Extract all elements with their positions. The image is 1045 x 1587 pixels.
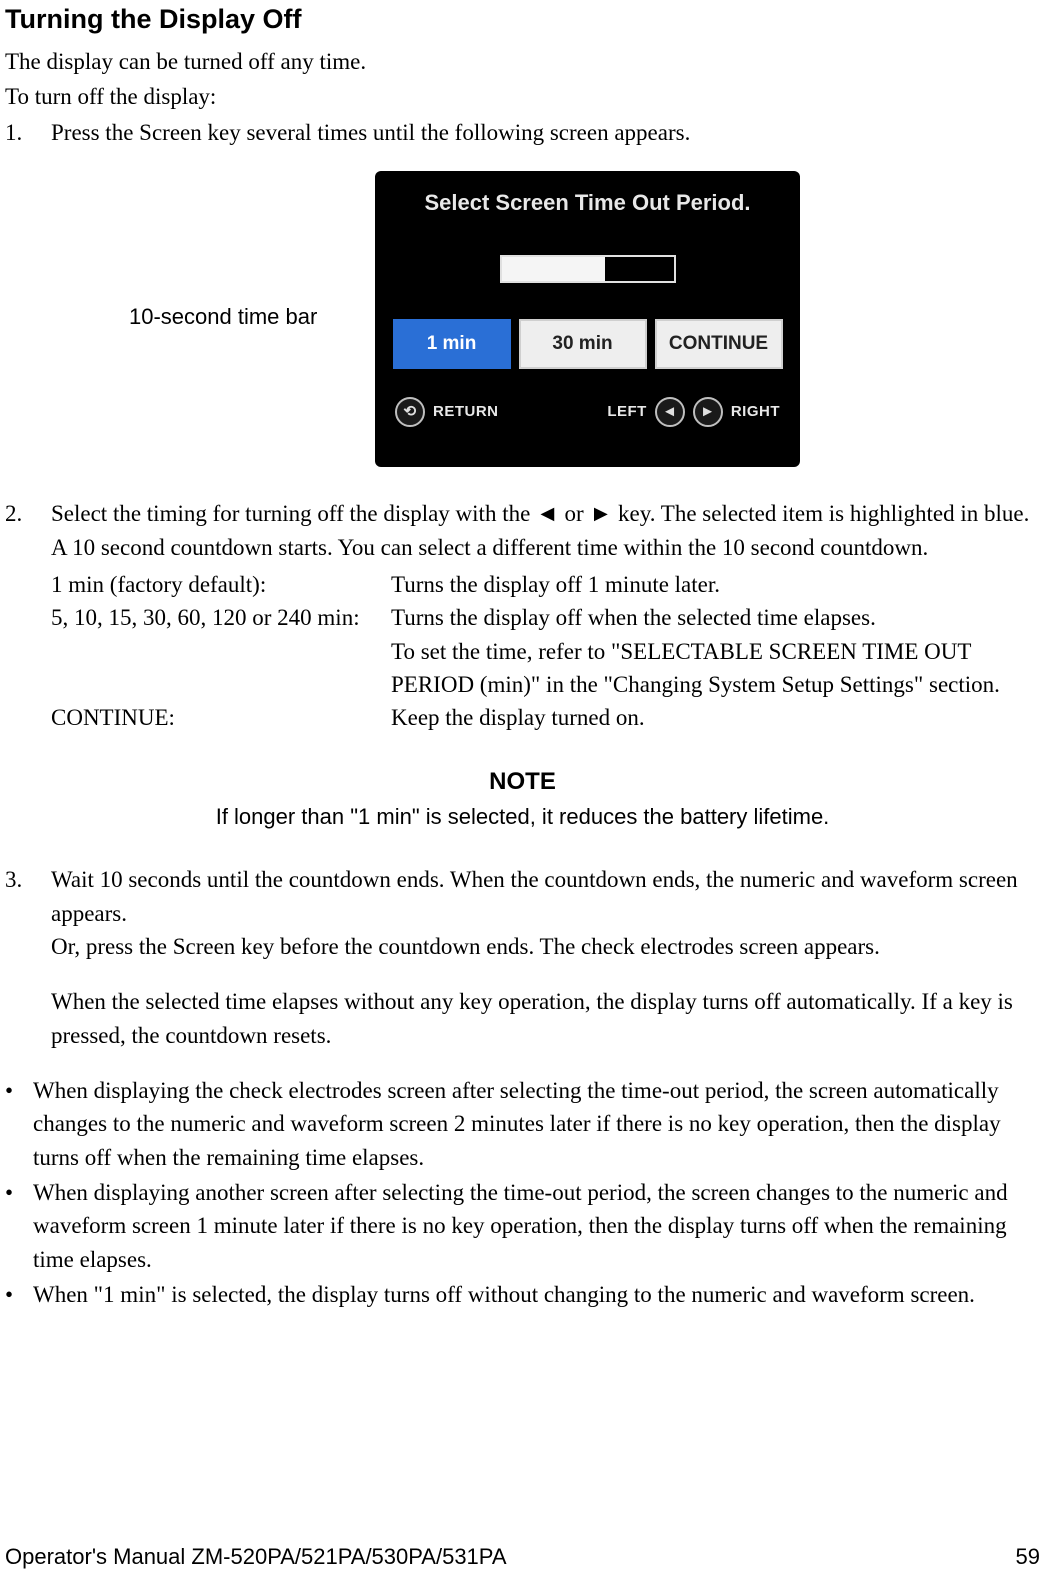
timeout-options-row: 1 min 30 min CONTINUE [389, 319, 786, 369]
bullet-dot-icon: • [5, 1176, 33, 1276]
return-group: ⟲ RETURN [395, 397, 499, 427]
step-1-body: Press the Screen key several times until… [51, 116, 1040, 149]
table-row: CONTINUE: Keep the display turned on. [51, 701, 1040, 734]
device-title: Select Screen Time Out Period. [389, 187, 786, 219]
step-2-text: Select the timing for turning off the di… [51, 497, 1040, 564]
table-row: 1 min (factory default): Turns the displ… [51, 568, 1040, 601]
intro-line-2: To turn off the display: [5, 80, 1040, 113]
right-arrow-icon[interactable]: ► [693, 397, 723, 427]
list-item: • When displaying the check electrodes s… [5, 1074, 1040, 1174]
step-2: 2. Select the timing for turning off the… [5, 497, 1040, 734]
countdown-bar-wrap [389, 255, 786, 283]
option-label-multi: 5, 10, 15, 30, 60, 120 or 240 min: [51, 601, 391, 634]
table-row: 5, 10, 15, 30, 60, 120 or 240 min: Turns… [51, 601, 1040, 634]
section-heading: Turning the Display Off [5, 0, 1040, 39]
option-label-empty [51, 635, 391, 702]
option-desc-ref: To set the time, refer to "SELECTABLE SC… [391, 635, 1040, 702]
bullet-dot-icon: • [5, 1074, 33, 1174]
step-2-number: 2. [5, 497, 51, 734]
list-item: • When "1 min" is selected, the display … [5, 1278, 1040, 1311]
option-30-min[interactable]: 30 min [519, 319, 647, 369]
device-nav-row: ⟲ RETURN LEFT ◄ ► RIGHT [389, 397, 786, 427]
step-3-body: Wait 10 seconds until the countdown ends… [51, 863, 1040, 1052]
step-3-number: 3. [5, 863, 51, 1052]
note-body: If longer than "1 min" is selected, it r… [5, 801, 1040, 833]
countdown-bar-fill [502, 257, 605, 281]
left-label: LEFT [607, 401, 647, 423]
step-3-text-3: When the selected time elapses without a… [51, 985, 1040, 1052]
countdown-bar [500, 255, 676, 283]
step-1-number: 1. [5, 116, 51, 149]
bullet-dot-icon: • [5, 1278, 33, 1311]
step-1: 1. Press the Screen key several times un… [5, 116, 1040, 149]
table-row: To set the time, refer to "SELECTABLE SC… [51, 635, 1040, 702]
option-continue[interactable]: CONTINUE [655, 319, 783, 369]
return-icon[interactable]: ⟲ [395, 397, 425, 427]
footer-page-number: 59 [1016, 1541, 1040, 1573]
device-screen: Select Screen Time Out Period. 1 min 30 … [375, 171, 800, 467]
option-desc-1min: Turns the display off 1 minute later. [391, 568, 1040, 601]
step-3-text-1: Wait 10 seconds until the countdown ends… [51, 863, 1040, 930]
bullet-3-text: When "1 min" is selected, the display tu… [33, 1278, 1040, 1311]
option-label-continue: CONTINUE: [51, 701, 391, 734]
step-2-body: Select the timing for turning off the di… [51, 497, 1040, 734]
step-3-text-2: Or, press the Screen key before the coun… [51, 930, 1040, 963]
list-item: • When displaying another screen after s… [5, 1176, 1040, 1276]
right-label: RIGHT [731, 401, 780, 423]
screenshot-area: 10-second time bar Select Screen Time Ou… [5, 171, 1040, 471]
bullet-list: • When displaying the check electrodes s… [5, 1074, 1040, 1311]
intro-line-1: The display can be turned off any time. [5, 45, 1040, 78]
option-1-min[interactable]: 1 min [393, 319, 511, 369]
bullet-2-text: When displaying another screen after sel… [33, 1176, 1040, 1276]
left-right-group: LEFT ◄ ► RIGHT [607, 397, 780, 427]
return-label: RETURN [433, 401, 499, 423]
note-heading: NOTE [5, 765, 1040, 800]
options-table: 1 min (factory default): Turns the displ… [51, 568, 1040, 735]
option-label-1min: 1 min (factory default): [51, 568, 391, 601]
option-desc-multi: Turns the display off when the selected … [391, 601, 1040, 634]
footer-manual-title: Operator's Manual ZM-520PA/521PA/530PA/5… [5, 1541, 507, 1573]
callout-time-bar-label: 10-second time bar [129, 301, 317, 333]
bullet-1-text: When displaying the check electrodes scr… [33, 1074, 1040, 1174]
left-arrow-icon[interactable]: ◄ [655, 397, 685, 427]
step-3: 3. Wait 10 seconds until the countdown e… [5, 863, 1040, 1052]
page-footer: Operator's Manual ZM-520PA/521PA/530PA/5… [5, 1541, 1040, 1573]
option-desc-continue: Keep the display turned on. [391, 701, 1040, 734]
